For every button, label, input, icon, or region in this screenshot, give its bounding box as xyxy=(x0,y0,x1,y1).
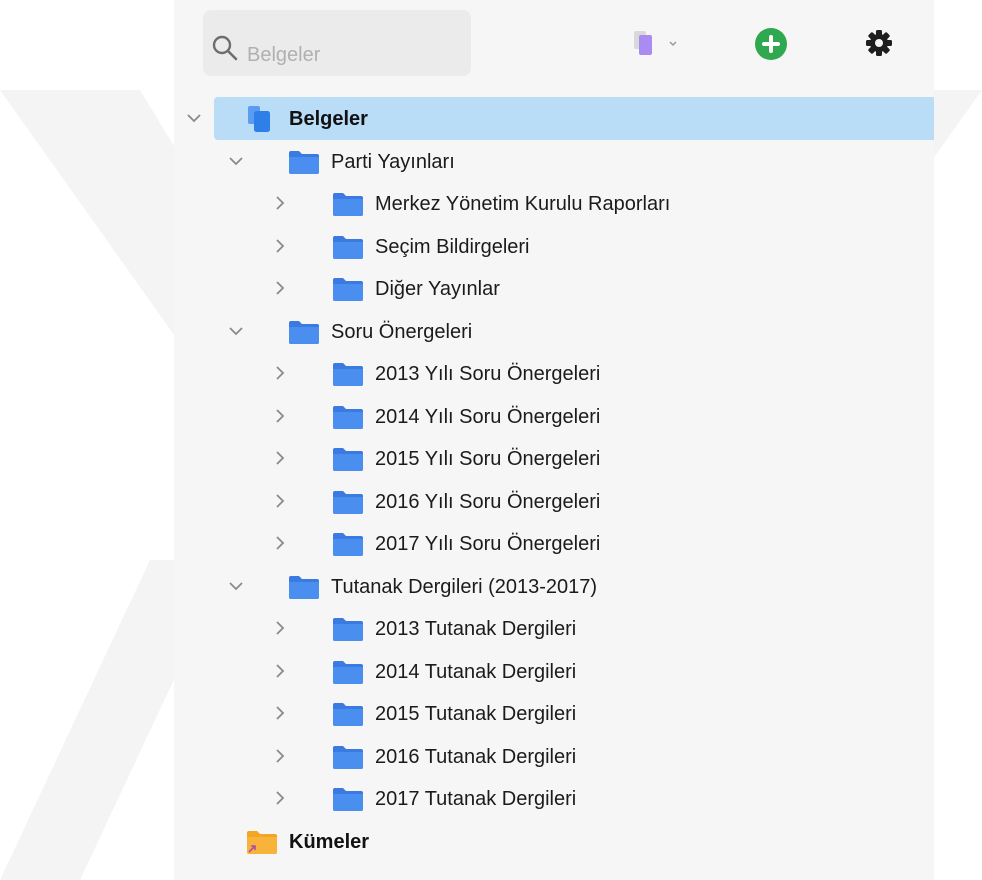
folder-icon xyxy=(333,490,363,514)
tree-label: 2016 Yılı Soru Önergeleri xyxy=(375,490,601,513)
tree-label: Merkez Yönetim Kurulu Raporları xyxy=(375,193,671,215)
settings-button[interactable] xyxy=(863,27,895,59)
tree-folder-2014-tutanak-dergileri[interactable]: 2014 Tutanak Dergileri xyxy=(174,650,934,693)
folder-icon xyxy=(333,703,363,726)
search-field[interactable]: Belgeler xyxy=(203,10,471,76)
folder-icon xyxy=(333,363,363,386)
tree-label: 2013 Tutanak Dergileri xyxy=(375,618,577,640)
folder-icon xyxy=(333,660,363,684)
chevron-down-icon[interactable] xyxy=(184,108,204,128)
folder-icon xyxy=(333,745,363,769)
tree-label: 2015 Tutanak Dergileri xyxy=(375,703,577,725)
documents-menu-button[interactable] xyxy=(630,28,690,62)
tree-folder-2014-soru-onergeleri[interactable]: 2014 Yılı Soru Önergeleri xyxy=(174,395,934,438)
tree-label: Tutanak Dergileri (2013-2017) xyxy=(331,575,598,598)
documents-icon xyxy=(634,31,677,55)
folder-icon xyxy=(289,575,319,599)
chevron-right-icon[interactable] xyxy=(270,448,290,468)
tree-folder-parti-yayinlari[interactable]: Parti Yayınları xyxy=(174,140,934,183)
tree-label: 2017 Yılı Soru Önergeleri xyxy=(375,533,601,555)
tree-label: 2015 Yılı Soru Önergeleri xyxy=(375,448,601,470)
tree-folder-2015-soru-onergeleri[interactable]: 2015 Yılı Soru Önergeleri xyxy=(174,437,934,480)
tree-folder-2016-tutanak-dergileri[interactable]: 2016 Tutanak Dergileri xyxy=(174,735,934,778)
sidebar-panel: Belgeler Belgeler Parti Yayınları Merkez… xyxy=(174,0,934,880)
folder-icon xyxy=(333,448,363,471)
tree-label: Kümeler xyxy=(289,830,370,853)
gear-icon xyxy=(866,30,892,56)
tree-folder-2016-soru-onergeleri[interactable]: 2016 Yılı Soru Önergeleri xyxy=(174,480,934,523)
tree-folder-merkez-yonetim-kurulu-raporlari[interactable]: Merkez Yönetim Kurulu Raporları xyxy=(174,182,934,225)
chevron-right-icon[interactable] xyxy=(270,278,290,298)
folder-icon xyxy=(333,533,363,556)
tree-label: 2014 Yılı Soru Önergeleri xyxy=(375,405,601,428)
chevron-right-icon[interactable] xyxy=(270,363,290,383)
tree-label: 2017 Tutanak Dergileri xyxy=(375,788,577,810)
add-button[interactable] xyxy=(754,27,788,61)
tree-folder-2017-tutanak-dergileri[interactable]: 2017 Tutanak Dergileri xyxy=(174,777,934,820)
chevron-right-icon[interactable] xyxy=(270,533,290,553)
chevron-right-icon[interactable] xyxy=(270,746,290,766)
tree-folder-2017-soru-onergeleri[interactable]: 2017 Yılı Soru Önergeleri xyxy=(174,522,934,565)
tree-folder-soru-onergeleri[interactable]: Soru Önergeleri xyxy=(174,310,934,353)
tree-folder-diger-yayinlar[interactable]: Diğer Yayınlar xyxy=(174,267,934,310)
tree-label: Seçim Bildirgeleri xyxy=(375,235,530,258)
tree-root-kumeler[interactable]: Kümeler xyxy=(174,820,934,863)
folder-icon xyxy=(333,618,363,641)
tree-label: Parti Yayınları xyxy=(331,150,455,173)
tree-folder-secim-bildirgeleri[interactable]: Seçim Bildirgeleri xyxy=(174,225,934,268)
chevron-right-icon[interactable] xyxy=(270,406,290,426)
chevron-right-icon[interactable] xyxy=(270,236,290,256)
chevron-right-icon[interactable] xyxy=(270,193,290,213)
document-tree: Belgeler Parti Yayınları Merkez Yönetim … xyxy=(174,97,934,862)
chevron-down-icon[interactable] xyxy=(226,321,246,341)
tree-folder-tutanak-dergileri[interactable]: Tutanak Dergileri (2013-2017) xyxy=(174,565,934,608)
app-window: Belgeler Belgeler Parti Yayınları Merkez… xyxy=(0,0,982,880)
chevron-right-icon[interactable] xyxy=(270,703,290,723)
chevron-down-icon[interactable] xyxy=(226,576,246,596)
tree-label: Diğer Yayınlar xyxy=(375,278,500,300)
folder-icon xyxy=(333,405,363,429)
tree-label: 2016 Tutanak Dergileri xyxy=(375,745,577,768)
plus-circle-icon xyxy=(755,28,787,60)
folder-icon xyxy=(333,235,363,259)
tree-label: Soru Önergeleri xyxy=(331,320,473,343)
tree-label: Belgeler xyxy=(289,108,368,130)
chevron-right-icon[interactable] xyxy=(270,661,290,681)
folder-icon xyxy=(289,150,319,174)
tree-folder-2013-soru-onergeleri[interactable]: 2013 Yılı Soru Önergeleri xyxy=(174,352,934,395)
tree-folder-2015-tutanak-dergileri[interactable]: 2015 Tutanak Dergileri xyxy=(174,692,934,735)
folder-icon xyxy=(333,278,363,301)
chevron-down-icon[interactable] xyxy=(226,151,246,171)
clusters-folder-icon xyxy=(247,830,277,854)
chevron-right-icon[interactable] xyxy=(270,618,290,638)
chevron-right-icon[interactable] xyxy=(270,788,290,808)
search-placeholder: Belgeler xyxy=(247,44,321,66)
chevron-right-icon[interactable] xyxy=(270,491,290,511)
search-icon xyxy=(212,35,238,61)
tree-folder-2013-tutanak-dergileri[interactable]: 2013 Tutanak Dergileri xyxy=(174,607,934,650)
tree-label: 2014 Tutanak Dergileri xyxy=(375,660,577,683)
tree-label: 2013 Yılı Soru Önergeleri xyxy=(375,363,601,385)
tree-root-belgeler[interactable]: Belgeler xyxy=(174,97,934,140)
documents-icon xyxy=(248,106,270,132)
folder-icon xyxy=(289,320,319,344)
folder-icon xyxy=(333,788,363,811)
folder-icon xyxy=(333,193,363,216)
